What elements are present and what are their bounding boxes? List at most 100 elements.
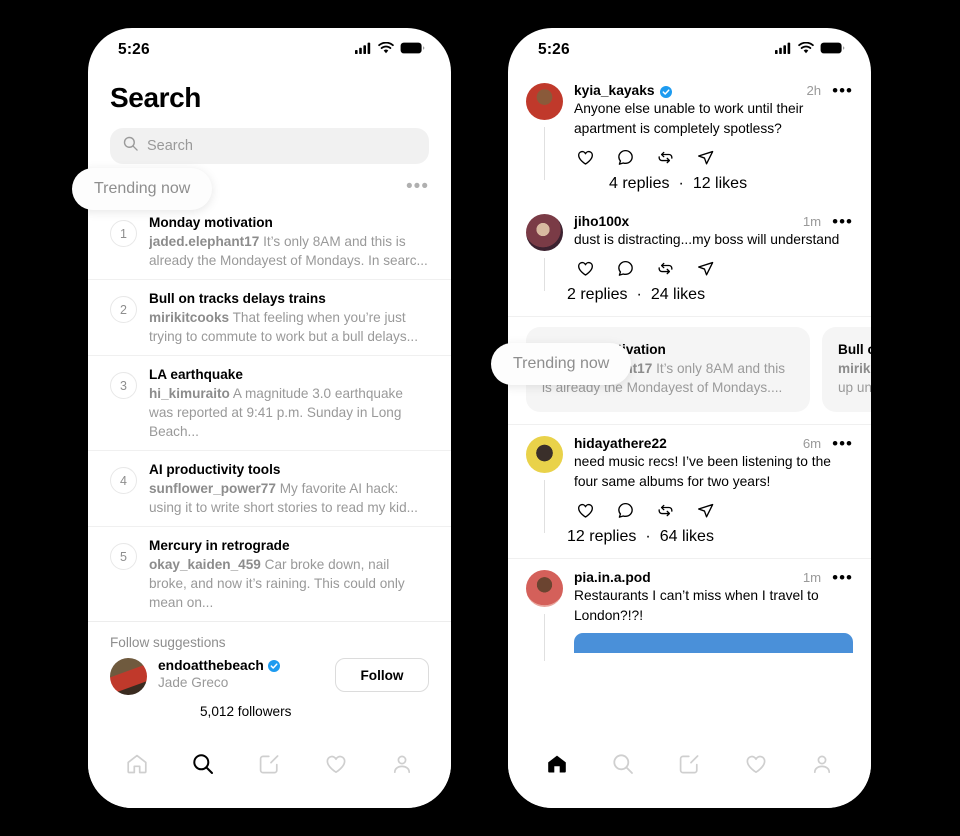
tab-bar-right: [508, 734, 871, 808]
thread-connector: [543, 258, 546, 291]
post-username[interactable]: hidayathere22: [574, 436, 667, 451]
repost-icon[interactable]: [656, 148, 675, 172]
list-item[interactable]: 1 Monday motivation jaded.elephant17 It’…: [88, 204, 451, 280]
post-item[interactable]: hidayathere22 6m ••• need music recs! I’…: [508, 425, 871, 533]
tab-activity[interactable]: [314, 747, 358, 781]
like-icon[interactable]: [576, 148, 595, 172]
trend-title: Bull on tracks delays trains: [149, 291, 326, 306]
follow-suggestion-row[interactable]: endoatthebeach Jade Greco Follow: [88, 656, 451, 695]
post-text: Anyone else unable to work until their a…: [574, 101, 804, 136]
share-icon[interactable]: [696, 501, 715, 525]
post-text: dust is distracting...my boss will under…: [574, 232, 840, 247]
post-timestamp: 6m: [802, 436, 822, 451]
avatar[interactable]: [526, 570, 563, 607]
trend-title: Bull on: [838, 342, 871, 357]
post-text: need music recs! I’ve been listening to …: [574, 454, 831, 489]
tab-home[interactable]: [115, 747, 159, 781]
post-attachment-preview[interactable]: [574, 633, 853, 653]
search-placeholder: Search: [147, 138, 193, 154]
followers-count: 5,012 followers: [200, 704, 292, 719]
post-timestamp: 1m: [802, 570, 822, 585]
like-icon[interactable]: [576, 259, 595, 283]
trend-user: sunflower_power77: [149, 481, 276, 496]
battery-icon: [820, 41, 845, 59]
trend-snippet: sunflower_power77 My favorite AI hack: u…: [149, 479, 429, 517]
trend-snippet: mirikitcooks That feeling when you’re ju…: [149, 308, 429, 346]
post-item[interactable]: kyia_kayaks 2h ••• Anyone else unable to…: [508, 72, 871, 180]
comment-icon[interactable]: [616, 501, 635, 525]
wifi-icon: [798, 41, 814, 59]
repost-icon[interactable]: [656, 259, 675, 283]
post-timestamp: 1m: [802, 214, 822, 229]
avatar: [110, 658, 147, 695]
post-username[interactable]: jiho100x: [574, 214, 629, 229]
trend-user: jaded.elephant17: [149, 234, 260, 249]
trend-snippet: hi_kimuraito A magnitude 3.0 earthquake …: [149, 384, 429, 441]
status-bar-left: 5:26: [88, 28, 451, 72]
avatar: [171, 702, 190, 721]
post-username[interactable]: kyia_kayaks: [574, 83, 655, 98]
avatar[interactable]: [526, 214, 563, 251]
trend-rank: 3: [110, 372, 137, 399]
avatar[interactable]: [526, 436, 563, 473]
trending-list: 1 Monday motivation jaded.elephant17 It’…: [88, 204, 451, 622]
screenshot-stage: 5:26 Search Search ••• 1 Monday motivati…: [0, 0, 960, 836]
repost-icon[interactable]: [656, 501, 675, 525]
status-bar-right: 5:26: [508, 28, 871, 72]
more-options-icon[interactable]: •••: [406, 177, 429, 196]
post-item[interactable]: jiho100x 1m ••• dust is distracting...my…: [508, 203, 871, 291]
search-input[interactable]: Search: [110, 128, 429, 164]
more-options-icon[interactable]: •••: [826, 569, 853, 586]
trending-card[interactable]: Bull on mirikito up unb: [822, 327, 871, 412]
thread-connector: [543, 127, 546, 180]
tab-compose[interactable]: [667, 747, 711, 781]
tab-home[interactable]: [535, 747, 579, 781]
share-icon[interactable]: [696, 259, 715, 283]
like-icon[interactable]: [576, 501, 595, 525]
tab-profile[interactable]: [800, 747, 844, 781]
comment-icon[interactable]: [616, 148, 635, 172]
trend-snippet: jaded.elephant17 It’s only 8AM and this …: [149, 232, 429, 270]
trend-user: mirikitcooks: [149, 310, 230, 325]
trend-text: up unb: [838, 380, 871, 395]
post-actions: [574, 139, 853, 172]
trending-now-pill-right[interactable]: Trending now: [491, 343, 632, 385]
more-options-icon[interactable]: •••: [826, 435, 853, 452]
thread-connector: [543, 614, 546, 661]
list-item[interactable]: 4 AI productivity tools sunflower_power7…: [88, 451, 451, 527]
thread-connector: [543, 480, 546, 533]
share-icon[interactable]: [696, 148, 715, 172]
tab-profile[interactable]: [380, 747, 424, 781]
trend-rank: 5: [110, 543, 137, 570]
more-options-icon[interactable]: •••: [826, 82, 853, 99]
search-icon: [123, 136, 138, 156]
trending-now-pill-left[interactable]: Trending now: [72, 168, 213, 210]
comment-icon[interactable]: [616, 259, 635, 283]
tab-search[interactable]: [181, 747, 225, 781]
tab-compose[interactable]: [247, 747, 291, 781]
suggestion-fullname: Jade Greco: [158, 675, 229, 690]
tab-activity[interactable]: [734, 747, 778, 781]
list-item[interactable]: 3 LA earthquake hi_kimuraito A magnitude…: [88, 356, 451, 451]
verified-badge-icon: [267, 659, 280, 672]
status-bar-time: 5:26: [538, 41, 570, 58]
post-timestamp: 2h: [806, 83, 822, 98]
avatar[interactable]: [526, 83, 563, 120]
verified-badge-icon: [659, 85, 672, 98]
trend-user: hi_kimuraito: [149, 386, 230, 401]
list-item[interactable]: 5 Mercury in retrograde okay_kaiden_459 …: [88, 527, 451, 622]
post-actions: [574, 492, 853, 525]
post-item[interactable]: pia.in.a.pod 1m ••• Restaurants I can’t …: [508, 559, 871, 661]
tab-bar-left: [88, 734, 451, 808]
post-username[interactable]: pia.in.a.pod: [574, 570, 651, 585]
followers-row: 5,012 followers: [88, 695, 451, 721]
more-options-icon[interactable]: •••: [826, 213, 853, 230]
wifi-icon: [378, 41, 394, 59]
trend-title: AI productivity tools: [149, 462, 281, 477]
list-item[interactable]: 2 Bull on tracks delays trains mirikitco…: [88, 280, 451, 356]
follow-button[interactable]: Follow: [335, 658, 429, 692]
tab-search[interactable]: [601, 747, 645, 781]
trend-title: Mercury in retrograde: [149, 538, 290, 553]
trend-rank: 2: [110, 296, 137, 323]
trend-rank: 1: [110, 220, 137, 247]
